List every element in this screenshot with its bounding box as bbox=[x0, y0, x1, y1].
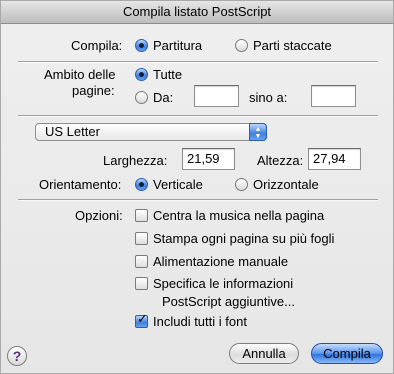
separator bbox=[18, 61, 378, 63]
checkbox-include-fonts-label[interactable]: Includi tutti i font bbox=[153, 314, 247, 329]
radio-portrait-label[interactable]: Verticale bbox=[153, 177, 203, 192]
checkbox-center-music[interactable] bbox=[135, 209, 148, 222]
width-input[interactable]: 21,59 bbox=[182, 148, 235, 170]
cancel-button[interactable]: Annulla bbox=[229, 343, 299, 364]
checkbox-manual-feed[interactable] bbox=[135, 255, 148, 268]
radio-page-from-label[interactable]: Da: bbox=[153, 90, 173, 105]
paper-size-value: US Letter bbox=[45, 124, 100, 139]
page-from-input[interactable] bbox=[194, 85, 239, 107]
popup-arrows-icon: ▲ ▼ bbox=[249, 123, 267, 141]
checkbox-manual-feed-label[interactable]: Alimentazione manuale bbox=[153, 254, 288, 269]
radio-all-pages-label[interactable]: Tutte bbox=[153, 67, 182, 82]
page-range-label-2: pagine: bbox=[72, 83, 115, 98]
help-button[interactable]: ? bbox=[7, 346, 27, 366]
checkbox-print-multi-label[interactable]: Stampa ogni pagina su più fogli bbox=[153, 231, 334, 246]
radio-parts[interactable] bbox=[235, 39, 248, 52]
page-range-label: Ambito delle bbox=[44, 67, 116, 82]
compile-label: Compila: bbox=[71, 38, 123, 53]
window-title: Compila listato PostScript bbox=[1, 1, 393, 24]
checkbox-extra-info-label[interactable]: Specifica le informazioni bbox=[153, 276, 293, 291]
radio-score-label[interactable]: Partitura bbox=[153, 38, 202, 53]
height-label: Altezza: bbox=[257, 153, 304, 168]
radio-score[interactable] bbox=[135, 39, 148, 52]
radio-parts-label[interactable]: Parti staccate bbox=[253, 38, 332, 53]
page-to-label: sino a: bbox=[249, 90, 288, 105]
checkbox-extra-info[interactable] bbox=[135, 277, 148, 290]
radio-all-pages[interactable] bbox=[135, 68, 148, 81]
radio-landscape[interactable] bbox=[235, 178, 248, 191]
compile-button[interactable]: Compila bbox=[311, 343, 383, 364]
radio-landscape-label[interactable]: Orizzontale bbox=[253, 177, 319, 192]
checkbox-include-fonts[interactable] bbox=[135, 312, 148, 328]
options-label: Opzioni: bbox=[75, 208, 123, 223]
page-to-input[interactable] bbox=[311, 85, 356, 107]
compile-postscript-dialog: Compila listato PostScript Compila: Part… bbox=[0, 0, 394, 374]
width-label: Larghezza: bbox=[103, 153, 168, 168]
radio-portrait[interactable] bbox=[135, 178, 148, 191]
orientation-label: Orientamento: bbox=[39, 177, 122, 192]
checkbox-extra-info-label-2[interactable]: PostScript aggiuntive... bbox=[162, 294, 295, 309]
checkbox-print-multi[interactable] bbox=[135, 232, 148, 245]
paper-size-popup[interactable]: US Letter ▲ ▼ bbox=[35, 123, 267, 141]
separator bbox=[18, 115, 378, 117]
radio-page-from[interactable] bbox=[135, 91, 148, 104]
checkbox-center-music-label[interactable]: Centra la musica nella pagina bbox=[153, 208, 324, 223]
height-input[interactable]: 27,94 bbox=[308, 148, 361, 170]
separator bbox=[18, 199, 378, 201]
